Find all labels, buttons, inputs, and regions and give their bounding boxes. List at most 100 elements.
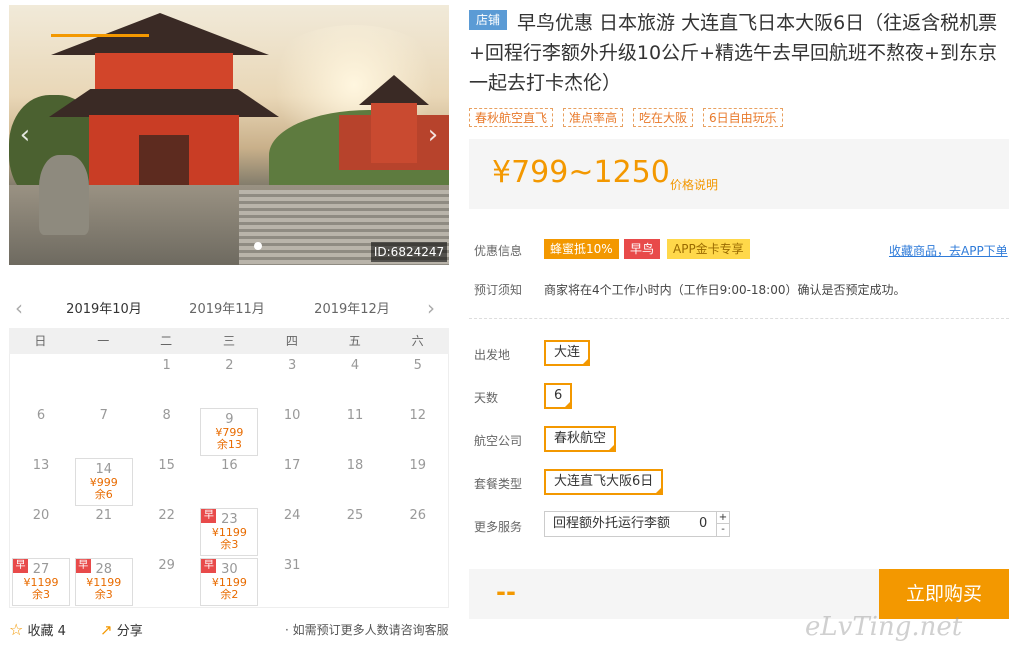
day-number: 13: [32, 458, 50, 473]
calendar-day: 1: [138, 358, 196, 373]
calendar-day: 3: [263, 358, 321, 373]
calendar-day: 17: [263, 458, 321, 473]
carousel-dot[interactable]: [254, 242, 262, 250]
calendar-day: 5: [389, 358, 447, 373]
image-id-label: ID:6824247: [371, 242, 447, 262]
airline-label: 航空公司: [474, 434, 523, 448]
product-title: 早鸟优惠 日本旅游 大连直飞日本大阪6日（往返含税机票+回程行李额外升级10公斤…: [469, 12, 998, 94]
chevron-right-icon[interactable]: ›: [421, 120, 445, 150]
early-bird-tag: 早: [201, 559, 217, 573]
weekday-label: 二: [160, 334, 173, 348]
day-number: 22: [158, 508, 175, 523]
early-bird-tag: 早: [201, 509, 217, 523]
decrement-button[interactable]: -: [716, 524, 729, 536]
weekday-label: 五: [348, 334, 361, 348]
calendar-day[interactable]: 23 ¥1199 余3 早: [200, 508, 259, 556]
service-quantity[interactable]: 0: [699, 512, 707, 536]
day-number: 26: [409, 508, 427, 523]
day-remaining: 余13: [216, 438, 242, 451]
calendar-day: 4: [326, 358, 384, 373]
calendar-weekday-header: 日 一 二 三 四 五 六: [9, 328, 449, 354]
product-image: ‹ › ID:6824247: [9, 5, 449, 265]
tab-month-dec[interactable]: 2019年12月: [302, 298, 402, 317]
calendar-day: 18: [326, 458, 384, 473]
tab-month-nov[interactable]: 2019年11月: [177, 298, 277, 317]
calendar-day: 11: [326, 408, 384, 423]
day-number: 7: [99, 408, 108, 423]
days-label: 天数: [474, 391, 499, 405]
watermark: eLvTing.net: [805, 612, 963, 642]
share-label: 分享: [116, 624, 143, 639]
feature-tag: 吃在大阪: [633, 108, 694, 127]
origin-option[interactable]: 大连: [544, 340, 591, 366]
day-number: 29: [158, 558, 175, 573]
calendar-day[interactable]: 27 ¥1199 余3 早: [12, 558, 70, 606]
chevron-left-icon[interactable]: ‹: [15, 296, 23, 320]
calendar-grid: 1 2 3 4 5 6 7 8 9 ¥799 余13 10 11 12 13 14 ¥999 余6 15 16 17 18…: [9, 354, 449, 608]
tab-month-oct[interactable]: 2019年10月: [54, 298, 154, 317]
early-bird-tag: 早: [13, 559, 28, 573]
weekday-label: 六: [411, 334, 424, 348]
calendar-month-nav: ‹ 2019年10月 2019年11月 2019年12月 ›: [9, 290, 449, 328]
favorite-button[interactable]: ☆ 收藏 4: [9, 620, 66, 639]
day-number: 6: [36, 408, 46, 423]
calendar-day: 31: [263, 558, 321, 573]
calendar-day: 16: [200, 458, 258, 473]
price-explain-link[interactable]: 价格说明: [670, 176, 718, 193]
weekday-label: 四: [285, 334, 298, 348]
promo-pill-app: APP金卡专享: [667, 239, 750, 259]
calendar-day[interactable]: 30 ¥1199 余2 早: [200, 558, 259, 606]
calendar-day: 29: [138, 558, 196, 573]
increment-button[interactable]: +: [716, 512, 729, 524]
early-bird-tag: 早: [75, 559, 91, 573]
calendar-day: 20: [12, 508, 70, 523]
calendar-day[interactable]: 14 ¥999 余6: [74, 458, 133, 506]
active-month-indicator: [51, 34, 149, 37]
gate-roof: [49, 89, 279, 117]
star-icon: ☆: [9, 620, 24, 639]
chevron-right-icon[interactable]: ›: [427, 296, 435, 320]
day-remaining: 余2: [220, 588, 239, 601]
share-icon: ↗: [100, 621, 113, 639]
package-option[interactable]: 大连直飞大阪6日: [544, 469, 664, 495]
calendar-day: 26: [389, 508, 447, 523]
store-badge: 店铺: [469, 10, 507, 30]
day-number: 16: [221, 458, 238, 473]
calendar-day: 12: [389, 408, 447, 423]
lion-statue: [39, 155, 89, 235]
consult-note: · 如需预订更多人数请咨询客服: [285, 623, 449, 637]
calendar-day: 25: [326, 508, 384, 523]
calendar-day: 19: [389, 458, 447, 473]
day-number: 1: [162, 358, 171, 373]
day-number: 20: [32, 508, 50, 523]
day-remaining: 余3: [32, 588, 50, 601]
calendar-day: 7: [75, 408, 133, 423]
favorite-label: 收藏 4: [27, 624, 66, 639]
day-remaining: 余6: [94, 488, 113, 501]
notice-text: 商家将在4个工作小时内（工作日9:00-18:00）确认是否预定成功。: [544, 283, 906, 297]
chevron-left-icon[interactable]: ‹: [13, 120, 37, 150]
calendar-day[interactable]: 9 ¥799 余13: [200, 408, 259, 456]
calendar-day: 10: [263, 408, 321, 423]
day-number: 12: [409, 408, 427, 423]
day-remaining: 余3: [220, 538, 239, 551]
calendar-day: 6: [12, 408, 70, 423]
extra-service-field: 回程额外托运行李额 0 + -: [544, 511, 730, 537]
airline-option[interactable]: 春秋航空: [544, 426, 617, 452]
feature-tag: 6日自由玩乐: [703, 108, 783, 127]
promo-pill-early: 早鸟: [624, 239, 661, 259]
calendar-day[interactable]: 28 ¥1199 余3 早: [74, 558, 133, 606]
day-number: 17: [283, 458, 301, 473]
promo-label: 优惠信息: [474, 244, 523, 258]
weekday-label: 三: [223, 334, 236, 348]
share-button[interactable]: ↗ 分享: [100, 620, 143, 639]
feature-tag: 春秋航空直飞: [469, 108, 554, 127]
day-number: 18: [346, 458, 364, 473]
calendar-day: 15: [138, 458, 196, 473]
app-order-link[interactable]: 收藏商品，去APP下单: [889, 242, 1008, 259]
day-number: 31: [283, 558, 301, 573]
day-number: 5: [413, 358, 422, 373]
day-number: 11: [346, 408, 364, 423]
day-number: 15: [158, 458, 175, 473]
days-option[interactable]: 6: [544, 383, 573, 409]
